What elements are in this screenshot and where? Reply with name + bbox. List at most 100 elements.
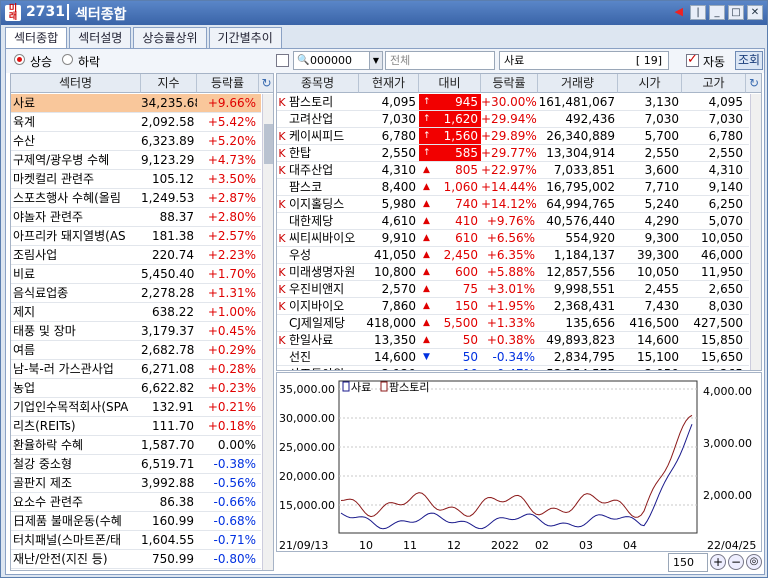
sector-row[interactable]: 구제역/광우병 수혜 9,123.29 +4.73%	[11, 151, 261, 170]
chevron-down-icon[interactable]: ▼	[369, 52, 382, 69]
stock-open: 10,050	[637, 265, 679, 279]
scroll-thumb[interactable]	[264, 124, 273, 164]
sector-row[interactable]: 농업 6,622.82 +0.23%	[11, 379, 261, 398]
stock-row[interactable]: K 케이씨피드 6,780 ↑ 1,560 +29.89% 26,340,889 5,700 6…	[277, 128, 749, 145]
col-diff[interactable]: 대비	[419, 74, 481, 93]
sector-scrollbar[interactable]	[262, 94, 273, 570]
refresh-icon[interactable]: ↻	[259, 74, 273, 93]
sector-name: 사료	[13, 96, 36, 110]
stock-row[interactable]: K 팜스토리 4,095 ↑ 945 +30.00% 161,481,067 3,130 4,0…	[277, 94, 749, 111]
sector-row[interactable]: 사료 34,235.68 +9.66%	[11, 94, 261, 113]
rise-radio[interactable]	[14, 54, 25, 65]
zoom-value-input[interactable]: 150	[668, 553, 708, 572]
stock-row[interactable]: K 씨티씨바이오 9,910 ▲ 610 +6.56% 554,920 9,300 10,050	[277, 230, 749, 247]
sector-row[interactable]: 비료 5,450.40 +1.70%	[11, 265, 261, 284]
col-stock-rate[interactable]: 등락률	[481, 74, 538, 93]
col-index[interactable]: 지수	[141, 74, 197, 93]
sector-row[interactable]: 여름 2,682.78 +0.29%	[11, 341, 261, 360]
sector-row[interactable]: 재난/안전(지진 등) 750.99 -0.80%	[11, 550, 261, 569]
auto-checkbox[interactable]	[686, 52, 699, 67]
tab-sector-description[interactable]: 섹터설명	[69, 27, 132, 48]
sector-row[interactable]: 리츠(REITs) 111.70 +0.18%	[11, 417, 261, 436]
stock-diff-cell: ↑ 1,560	[419, 128, 481, 144]
kosdaq-mark-icon: K	[278, 266, 286, 279]
col-open[interactable]: 시가	[618, 74, 682, 93]
sector-row[interactable]: 골판지 제조 3,992.88 -0.56%	[11, 474, 261, 493]
stock-row[interactable]: 선진 14,600 ▼ 50 -0.34% 2,834,795 15,100 15,650	[277, 349, 749, 366]
stock-scrollbar[interactable]	[750, 94, 761, 370]
sector-row[interactable]: 터치패널(스마트폰/태 1,604.55 -0.71%	[11, 531, 261, 550]
stock-row[interactable]: 사조동아원2,120 ▼ 10-0.47%52,254,5752,0502,265	[277, 366, 749, 370]
sector-rate: -0.71%	[213, 533, 256, 547]
sector-row[interactable]: 日제품 불매운동(수혜 160.99 -0.68%	[11, 512, 261, 531]
col-sector-name[interactable]: 섹터명	[11, 74, 141, 93]
filter-input[interactable]: 전체	[385, 51, 495, 70]
stock-row[interactable]: K 대주산업 4,310 ▲ 805 +22.97% 7,033,851 3,600 4,310	[277, 162, 749, 179]
stock-diff: 50	[462, 333, 478, 347]
col-rate[interactable]: 등락률	[197, 74, 259, 93]
sector-row[interactable]: 요소수 관련주 86.38 -0.66%	[11, 493, 261, 512]
stock-rate: +14.44%	[481, 180, 537, 194]
stock-row[interactable]: K 한일사료 13,350 ▲ 50 +0.38% 49,893,823 14,600 15,8…	[277, 332, 749, 349]
sector-row[interactable]: 기업인수목적회사(SPA 132.91 +0.21%	[11, 398, 261, 417]
sector-index: 6,622.82	[141, 381, 195, 395]
help-icon[interactable]: |	[690, 5, 706, 20]
sector-row[interactable]: 마켓컬리 관련주 105.12 +3.50%	[11, 170, 261, 189]
stock-row[interactable]: CJ제일제당 418,000 ▲ 5,500 +1.33% 135,656 416,500 4…	[277, 315, 749, 332]
col-high[interactable]: 고가	[682, 74, 746, 93]
zoom-out-icon[interactable]: −	[728, 554, 744, 570]
stock-row[interactable]: 팜스코 8,400 ▲ 1,060 +14.44% 16,795,002 7,710 9,14…	[277, 179, 749, 196]
tab-top-gainers[interactable]: 상승률상위	[133, 27, 207, 48]
stock-row[interactable]: K 이지바이오 7,860 ▲ 150 +1.95% 2,368,431 7,430 8,030	[277, 298, 749, 315]
close-icon[interactable]: ✕	[747, 5, 763, 20]
sector-row[interactable]: 조림사업 220.74 +2.23%	[11, 246, 261, 265]
sector-row[interactable]: 환율하락 수혜 1,587.70 0.00%	[11, 436, 261, 455]
x-tick-label: 11	[403, 539, 417, 551]
refresh-icon[interactable]: ↻	[746, 74, 761, 93]
sector-name: 비료	[13, 267, 36, 281]
sector-row[interactable]: 야놀자 관련주 88.37 +2.80%	[11, 208, 261, 227]
app-logo-icon: 미래	[5, 5, 21, 22]
flag-icon[interactable]: ◀	[675, 5, 683, 20]
sector-row[interactable]: 아프리카 돼지열병(AS 181.38 +2.57%	[11, 227, 261, 246]
up-arrow-icon: ▲	[423, 199, 430, 209]
sector-row[interactable]: 음식료업종 2,278.28 +1.31%	[11, 284, 261, 303]
sector-row[interactable]: 철강 중소형 6,519.71 -0.38%	[11, 455, 261, 474]
sector-row[interactable]: 남-북-러 가스관사업 6,271.08 +0.28%	[11, 360, 261, 379]
x-tick-label: 2022	[491, 539, 519, 551]
stock-volume: 492,436	[565, 112, 615, 126]
fall-radio[interactable]	[62, 54, 73, 65]
code-input[interactable]: 🔍 000000 ▼	[293, 51, 383, 70]
sector-row[interactable]: 육계 2,092.58 +5.42%	[11, 113, 261, 132]
col-price[interactable]: 현재가	[359, 74, 419, 93]
sector-name: 환율하락 수혜	[13, 438, 84, 452]
up-arrow-icon: ▲	[423, 233, 430, 243]
zoom-in-icon[interactable]: +	[710, 554, 726, 570]
stock-rate: +30.00%	[481, 95, 537, 109]
stock-row[interactable]: 고려산업 7,030 ↑ 1,620 +29.94% 492,436 7,030 7,030	[277, 111, 749, 128]
x-tick-label: 22/04/25	[707, 539, 756, 551]
col-stock-name[interactable]: 종목명	[277, 74, 359, 93]
sector-row[interactable]: 수산 6,323.89 +5.20%	[11, 132, 261, 151]
query-button[interactable]: 조회	[735, 51, 763, 70]
col-volume[interactable]: 거래량	[538, 74, 618, 93]
zoom-reset-icon[interactable]: ◎	[746, 554, 762, 570]
maximize-icon[interactable]: □	[728, 5, 744, 20]
code-checkbox[interactable]	[276, 54, 289, 67]
tab-period-trend[interactable]: 기간별추이	[208, 27, 282, 48]
stock-rate: +14.12%	[481, 197, 537, 211]
sector-row[interactable]: 제지 638.22 +1.00%	[11, 303, 261, 322]
sector-row[interactable]: 태풍 및 장마 3,179.37 +0.45%	[11, 322, 261, 341]
stock-row[interactable]: 우성 41,050 ▲ 2,450 +6.35% 1,184,137 39,300 46,00…	[277, 247, 749, 264]
stock-row[interactable]: K 한탑 2,550 ↑ 585 +29.77% 13,304,914 2,550 2,550	[277, 145, 749, 162]
stock-row[interactable]: K 이지홀딩스 5,980 ▲ 740 +14.12% 64,994,765 5,240 6,2…	[277, 196, 749, 213]
stock-row[interactable]: K 미래생명자원 10,800 ▲ 600 +5.88% 12,857,556 10,050 1…	[277, 264, 749, 281]
stock-row[interactable]: 대한제당 4,610 ▲ 410 +9.76% 40,576,440 4,290 5,070	[277, 213, 749, 230]
minimize-icon[interactable]: _	[709, 5, 725, 20]
sector-row[interactable]: 스포츠행사 수혜(올림 1,249.53 +2.87%	[11, 189, 261, 208]
sector-name: 리츠(REITs)	[13, 419, 76, 433]
stock-volume: 7,033,851	[553, 163, 615, 177]
kosdaq-mark-icon: K	[278, 300, 286, 313]
tab-sector-overview[interactable]: 섹터종합	[5, 27, 68, 49]
stock-row[interactable]: K 우진비앤지 2,570 ▲ 75 +3.01% 9,998,551 2,455 2,650	[277, 281, 749, 298]
